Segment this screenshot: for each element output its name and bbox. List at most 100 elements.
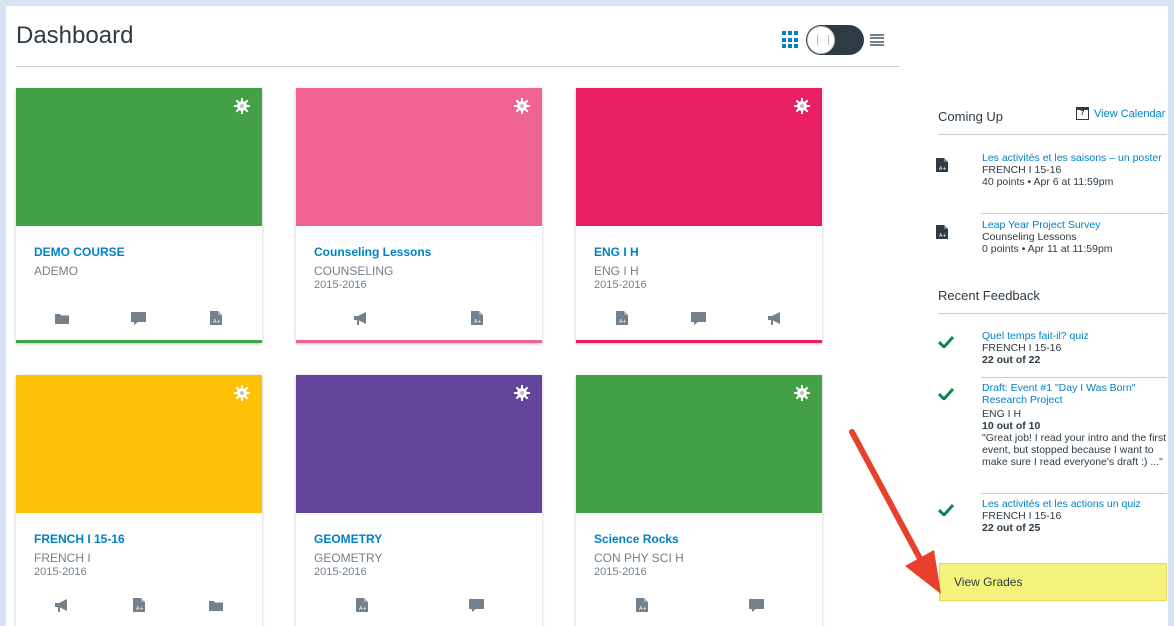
coming-up-title: Coming Up: [938, 109, 1004, 124]
course-card-actions: A+: [576, 308, 822, 328]
assignment-icon[interactable]: A+: [207, 309, 225, 327]
course-name[interactable]: GEOMETRY: [314, 532, 382, 546]
course-term: 2015-2016: [314, 566, 367, 578]
coming-up-item-divider: [981, 213, 1167, 214]
feedback-item[interactable]: Draft: Event #1 "Day I Was Born" Researc…: [934, 382, 1168, 492]
switch-knob[interactable]: [807, 26, 835, 54]
discussion-icon[interactable]: [748, 596, 766, 614]
course-card-color-bar: [576, 340, 822, 343]
feedback-item[interactable]: Les activités et les actions un quiz FRE…: [934, 498, 1168, 544]
coming-up-item-title[interactable]: Leap Year Project Survey: [982, 219, 1167, 231]
course-code: GEOMETRY: [314, 551, 383, 565]
course-name[interactable]: ENG I H: [594, 245, 639, 259]
course-name[interactable]: DEMO COURSE: [34, 245, 125, 259]
gear-icon[interactable]: [514, 98, 530, 114]
svg-text:A+: A+: [136, 606, 144, 612]
assignment-icon: A+: [936, 158, 948, 177]
announcement-icon[interactable]: [767, 309, 785, 327]
course-card-hero[interactable]: [16, 88, 262, 226]
svg-text:A+: A+: [639, 606, 647, 612]
feedback-item-title[interactable]: Quel temps fait-il? quiz: [982, 330, 1167, 342]
feedback-item-divider: [981, 493, 1167, 494]
course-name[interactable]: Counseling Lessons: [314, 245, 431, 259]
course-card-hero[interactable]: [576, 375, 822, 513]
course-name[interactable]: FRENCH I 15-16: [34, 532, 125, 546]
course-code: ADEMO: [34, 264, 79, 278]
course-card-actions: A+: [16, 595, 262, 615]
feedback-item-title[interactable]: Draft: Event #1 "Day I Was Born" Researc…: [982, 382, 1167, 406]
course-code: FRENCH I: [34, 551, 91, 565]
svg-text:A+: A+: [619, 319, 627, 325]
svg-text:A+: A+: [359, 606, 367, 612]
feedback-item-title[interactable]: Les activités et les actions un quiz: [982, 498, 1167, 510]
list-view-icon[interactable]: [870, 34, 884, 46]
course-card-actions: A+: [576, 595, 822, 615]
course-card-hero[interactable]: [296, 375, 542, 513]
course-card-hero[interactable]: [16, 375, 262, 513]
feedback-item-score: 22 out of 25: [982, 522, 1041, 534]
recent-feedback-divider: [938, 313, 1167, 314]
card-view-icon[interactable]: [782, 31, 800, 49]
svg-text:A+: A+: [474, 319, 482, 325]
check-icon: [938, 336, 954, 348]
title-divider: [16, 66, 900, 67]
svg-text:A+: A+: [213, 319, 221, 325]
course-card-color-bar: [296, 340, 542, 343]
coming-up-item-title[interactable]: Les activités et les saisons – un poster: [982, 152, 1167, 164]
assignment-icon[interactable]: A+: [130, 596, 148, 614]
svg-text:A+: A+: [939, 233, 947, 239]
check-icon: [938, 388, 954, 400]
assignment-icon[interactable]: A+: [468, 309, 486, 327]
gear-icon[interactable]: [514, 385, 530, 401]
coming-up-item-body: Leap Year Project Survey Counseling Less…: [982, 219, 1167, 255]
gear-icon[interactable]: [794, 385, 810, 401]
course-code: COUNSELING: [314, 264, 394, 278]
gear-icon[interactable]: [234, 385, 250, 401]
feedback-item-course: ENG I H: [982, 408, 1022, 420]
course-card-hero[interactable]: [576, 88, 822, 226]
assignment-icon[interactable]: A+: [613, 309, 631, 327]
course-card[interactable]: Counseling Lessons COUNSELING 2015-2016 …: [296, 88, 542, 343]
view-calendar-label: View Calendar: [1094, 107, 1166, 120]
course-card[interactable]: DEMO COURSE ADEMO A+: [16, 88, 262, 343]
view-switch[interactable]: [806, 25, 864, 55]
feedback-item[interactable]: Quel temps fait-il? quiz FRENCH I 15-16 …: [934, 330, 1168, 376]
feedback-item-divider: [981, 377, 1167, 378]
course-code: CON PHY SCI H: [594, 551, 684, 565]
discussion-icon[interactable]: [690, 309, 708, 327]
view-toggle[interactable]: [782, 25, 884, 55]
folder-icon[interactable]: [53, 309, 71, 327]
course-name[interactable]: Science Rocks: [594, 532, 679, 546]
assignment-icon[interactable]: A+: [633, 596, 651, 614]
course-card-color-bar: [16, 340, 262, 343]
feedback-item-comment: "Great job! I read your intro and the fi…: [982, 432, 1167, 468]
coming-up-item-details: 0 points • Apr 11 at 11:59pm: [982, 243, 1113, 255]
course-card[interactable]: GEOMETRY GEOMETRY 2015-2016 A+: [296, 375, 542, 626]
course-card[interactable]: ENG I H ENG I H 2015-2016 A+: [576, 88, 822, 343]
course-card[interactable]: Science Rocks CON PHY SCI H 2015-2016 A+: [576, 375, 822, 626]
discussion-icon[interactable]: [468, 596, 486, 614]
feedback-item-body: Quel temps fait-il? quiz FRENCH I 15-16 …: [982, 330, 1167, 366]
announcement-icon[interactable]: [53, 596, 71, 614]
assignment-icon[interactable]: A+: [353, 596, 371, 614]
view-grades-button[interactable]: View Grades: [939, 563, 1167, 601]
coming-up-item-course: FRENCH I 15-16: [982, 164, 1062, 176]
gear-icon[interactable]: [234, 98, 250, 114]
gear-icon[interactable]: [794, 98, 810, 114]
feedback-item-course: FRENCH I 15-16: [982, 342, 1062, 354]
assignment-icon: A+: [936, 225, 948, 244]
feedback-item-course: FRENCH I 15-16: [982, 510, 1062, 522]
course-card-hero[interactable]: [296, 88, 542, 226]
coming-up-divider: [938, 134, 1167, 135]
check-icon: [938, 504, 954, 516]
coming-up-item[interactable]: A+ Leap Year Project Survey Counseling L…: [934, 219, 1168, 269]
view-calendar-link[interactable]: 7 View Calendar: [1076, 107, 1165, 120]
announcement-icon[interactable]: [353, 309, 371, 327]
course-card-actions: A+: [296, 595, 542, 615]
svg-text:A+: A+: [939, 166, 947, 172]
coming-up-item[interactable]: A+ Les activités et les saisons – un pos…: [934, 152, 1168, 212]
folder-icon[interactable]: [207, 596, 225, 614]
course-card[interactable]: FRENCH I 15-16 FRENCH I 2015-2016 A+: [16, 375, 262, 626]
discussion-icon[interactable]: [130, 309, 148, 327]
course-code: ENG I H: [594, 264, 639, 278]
